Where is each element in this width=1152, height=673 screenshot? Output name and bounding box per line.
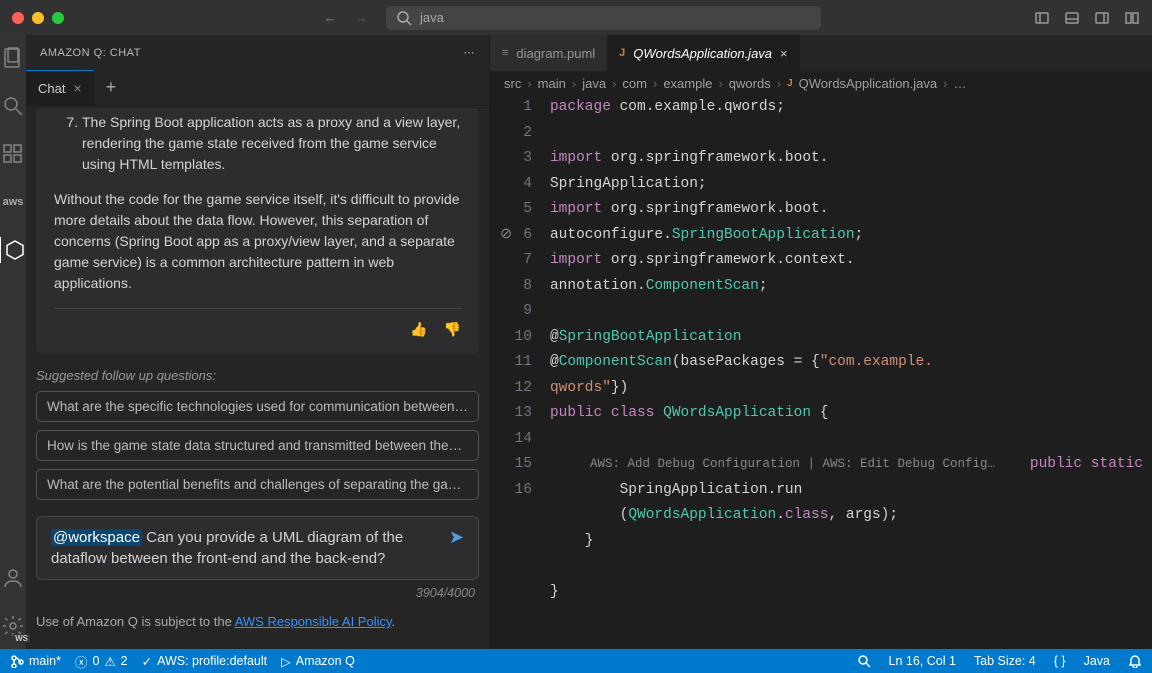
- policy-notice: Use of Amazon Q is subject to the AWS Re…: [36, 614, 479, 629]
- thumbs-up-icon[interactable]: 👍: [410, 319, 427, 340]
- aws-profile[interactable]: ✓AWS: profile:default: [142, 654, 268, 669]
- code-content[interactable]: package com.example.qwords; import org.s…: [550, 95, 1152, 649]
- search-value: java: [420, 10, 444, 25]
- message-paragraph: Without the code for the game service it…: [54, 189, 461, 294]
- activity-bar: aws WS: [0, 35, 26, 649]
- editor-group: ≡ diagram.puml J QWordsApplication.java …: [490, 35, 1152, 649]
- aws-toolkit-icon[interactable]: aws: [0, 189, 26, 215]
- new-chat-button[interactable]: +: [94, 70, 129, 105]
- layout-icon[interactable]: [1124, 10, 1140, 26]
- tab-qwordsapplication[interactable]: J QWordsApplication.java ×: [607, 35, 799, 71]
- suggestion-1[interactable]: How is the game state data structured an…: [36, 430, 479, 461]
- code-editor[interactable]: 1 2 3 4 5 6 ⊘7 8 9 10 11 12 13 14 15 16 …: [490, 95, 1152, 649]
- git-branch[interactable]: main*: [10, 654, 61, 668]
- close-icon[interactable]: ×: [73, 80, 81, 96]
- codelens[interactable]: AWS: Add Debug Configuration | AWS: Edit…: [550, 455, 995, 473]
- bell-icon[interactable]: [1128, 654, 1142, 668]
- search-icon: [396, 10, 412, 26]
- tab-size[interactable]: Tab Size: 4: [974, 654, 1036, 668]
- chat-panel-title: AMAZON Q: CHAT: [40, 47, 141, 59]
- minimize-window[interactable]: [32, 12, 44, 24]
- more-icon[interactable]: ⋯: [463, 46, 475, 59]
- zoom-icon[interactable]: [857, 654, 871, 668]
- suggestion-2[interactable]: What are the potential benefits and chal…: [36, 469, 479, 500]
- input-mention: @workspace: [51, 529, 142, 546]
- chat-input[interactable]: @workspace Can you provide a UML diagram…: [36, 516, 479, 580]
- accounts-icon[interactable]: [0, 565, 26, 591]
- extensions-icon[interactable]: [0, 141, 26, 167]
- layout-controls: [1034, 10, 1140, 26]
- chat-panel: AMAZON Q: CHAT ⋯ Chat × + The Spring Boo…: [26, 35, 490, 649]
- chat-tab-label: Chat: [38, 81, 65, 96]
- assistant-message: The Spring Boot application acts as a pr…: [36, 108, 479, 354]
- nav-arrows: ← →: [324, 10, 368, 25]
- back-arrow-icon[interactable]: ←: [324, 10, 337, 25]
- command-center-search[interactable]: java: [386, 6, 821, 30]
- tab-filename: QWordsApplication.java: [633, 46, 772, 61]
- java-file-icon: J: [619, 47, 625, 59]
- search-icon[interactable]: [0, 93, 26, 119]
- problems[interactable]: ⓧ0 ⚠2: [75, 652, 128, 671]
- language-mode[interactable]: Java: [1084, 654, 1110, 668]
- status-bar: main* ⓧ0 ⚠2 ✓AWS: profile:default ▷Amazo…: [0, 649, 1152, 673]
- titlebar: ← → java: [0, 0, 1152, 35]
- suggestion-0[interactable]: What are the specific technologies used …: [36, 391, 479, 422]
- settings-icon[interactable]: WS: [0, 613, 26, 639]
- maximize-window[interactable]: [52, 12, 64, 24]
- explorer-icon[interactable]: [0, 45, 26, 71]
- suggested-label: Suggested follow up questions:: [36, 368, 479, 383]
- thumbs-down-icon[interactable]: 👎: [444, 319, 461, 340]
- tab-filename: diagram.puml: [516, 46, 595, 61]
- close-window[interactable]: [12, 12, 24, 24]
- panel-bottom-icon[interactable]: [1064, 10, 1080, 26]
- tab-diagram[interactable]: ≡ diagram.puml: [490, 35, 607, 71]
- amazon-q-icon[interactable]: [0, 237, 25, 263]
- forward-arrow-icon[interactable]: →: [355, 10, 368, 25]
- breadcrumbs[interactable]: src› main› java› com› example› qwords› J…: [490, 71, 1152, 95]
- java-file-icon: J: [787, 78, 793, 89]
- send-icon[interactable]: ➤: [449, 527, 464, 548]
- close-icon[interactable]: ×: [780, 46, 788, 61]
- cursor-position[interactable]: Ln 16, Col 1: [889, 654, 956, 668]
- amazon-q-status[interactable]: ▷Amazon Q: [281, 654, 355, 669]
- editor-tabs: ≡ diagram.puml J QWordsApplication.java …: [490, 35, 1152, 71]
- file-icon: ≡: [502, 47, 508, 59]
- window-controls: [12, 12, 64, 24]
- panel-right-icon[interactable]: [1094, 10, 1110, 26]
- panel-left-icon[interactable]: [1034, 10, 1050, 26]
- chat-tab[interactable]: Chat ×: [26, 70, 94, 105]
- char-count: 3904/4000: [36, 586, 479, 600]
- braces[interactable]: { }: [1054, 654, 1066, 668]
- message-list-item: The Spring Boot application acts as a pr…: [82, 112, 461, 175]
- policy-link[interactable]: AWS Responsible AI Policy: [235, 614, 392, 629]
- line-numbers: 1 2 3 4 5 6 ⊘7 8 9 10 11 12 13 14 15 16: [506, 95, 550, 649]
